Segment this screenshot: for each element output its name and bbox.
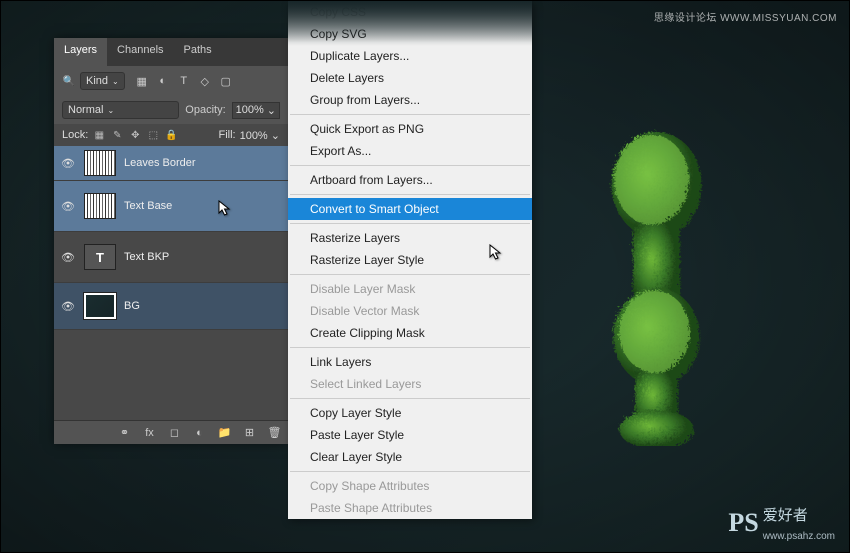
menu-paste-shape-attributes: Paste Shape Attributes [288, 497, 532, 519]
opacity-value: 100% [236, 104, 264, 116]
lock-transparency-icon[interactable]: ▦ [92, 128, 106, 142]
visibility-toggle-icon[interactable]: 👁 [60, 298, 76, 314]
filter-text-icon[interactable]: T [177, 74, 191, 88]
fx-icon[interactable]: fx [142, 427, 157, 439]
tab-paths[interactable]: Paths [174, 38, 222, 66]
link-icon[interactable]: ⚭ [117, 426, 132, 439]
watermark-top: 思缘设计论坛 WWW.MISSYUAN.COM [654, 9, 837, 24]
panel-tabs: Layers Channels Paths [54, 38, 288, 66]
menu-separator [290, 347, 530, 348]
layer-row[interactable]: 👁 Leaves Border [54, 146, 288, 181]
chevron-down-icon: ⌄ [267, 104, 276, 117]
menu-separator [290, 194, 530, 195]
menu-separator [290, 398, 530, 399]
menu-export-as[interactable]: Export As... [288, 140, 532, 162]
fill-value: 100% [240, 130, 268, 142]
chevron-down-icon: ⌄ [107, 106, 114, 115]
lock-label: Lock: [62, 129, 88, 141]
panel-bottom-toolbar: ⚭ fx ◻ ◐ 📁 ⊞ 🗑 [54, 420, 288, 444]
menu-copy-css[interactable]: Copy CSS [288, 1, 532, 23]
menu-artboard-from-layers[interactable]: Artboard from Layers... [288, 169, 532, 191]
visibility-toggle-icon[interactable]: 👁 [60, 198, 76, 214]
watermark-url: www.psahz.com [763, 531, 835, 542]
watermark-ps: PS [728, 508, 758, 538]
chevron-down-icon: ⌄ [112, 77, 119, 86]
layer-thumbnail[interactable] [84, 150, 116, 176]
layer-row[interactable]: 👁 T Text BKP [54, 232, 288, 283]
new-layer-icon[interactable]: ⊞ [242, 426, 257, 439]
group-icon[interactable]: 📁 [217, 426, 232, 439]
watermark-cn: 爱好者 [763, 504, 835, 525]
menu-group-from-layers[interactable]: Group from Layers... [288, 89, 532, 111]
layer-row[interactable]: 👁 Text Base [54, 181, 288, 232]
menu-copy-layer-style[interactable]: Copy Layer Style [288, 402, 532, 424]
layer-name: Text BKP [124, 251, 169, 263]
lock-artboard-icon[interactable]: ⬚ [146, 128, 160, 142]
menu-separator [290, 223, 530, 224]
filter-image-icon[interactable]: ▦ [135, 74, 149, 88]
search-icon[interactable]: 🔍 [62, 74, 76, 88]
lock-all-icon[interactable]: 🔒 [164, 128, 178, 142]
layer-name: Text Base [124, 200, 172, 212]
mask-icon[interactable]: ◻ [167, 426, 182, 439]
canvas-leaves-shape [606, 126, 704, 446]
filter-shape-icon[interactable]: ◇ [198, 74, 212, 88]
menu-clear-layer-style[interactable]: Clear Layer Style [288, 446, 532, 468]
menu-quick-export-png[interactable]: Quick Export as PNG [288, 118, 532, 140]
chevron-down-icon: ⌄ [271, 130, 280, 142]
tab-layers[interactable]: Layers [54, 38, 107, 66]
filter-kind-dropdown[interactable]: Kind ⌄ [80, 72, 125, 90]
layer-name: Leaves Border [124, 157, 196, 169]
filter-kind-label: Kind [86, 75, 108, 87]
lock-move-icon[interactable]: ✥ [128, 128, 142, 142]
filter-smart-icon[interactable]: ▢ [219, 74, 233, 88]
menu-disable-layer-mask: Disable Layer Mask [288, 278, 532, 300]
blend-mode-dropdown[interactable]: Normal ⌄ [62, 101, 179, 119]
filter-adjust-icon[interactable]: ◐ [156, 74, 170, 88]
menu-convert-smart-object[interactable]: Convert to Smart Object [288, 198, 532, 220]
opacity-label: Opacity: [185, 104, 225, 116]
menu-separator [290, 114, 530, 115]
blend-mode-value: Normal [68, 104, 103, 116]
fill-input[interactable]: 100% ⌄ [240, 129, 280, 142]
layer-thumbnail[interactable] [84, 193, 116, 219]
watermark-bottom: PS 爱好者 www.psahz.com [728, 504, 835, 542]
layer-thumbnail[interactable] [84, 293, 116, 319]
visibility-toggle-icon[interactable]: 👁 [60, 155, 76, 171]
menu-disable-vector-mask: Disable Vector Mask [288, 300, 532, 322]
layer-row[interactable]: 👁 BG [54, 283, 288, 330]
menu-copy-shape-attributes: Copy Shape Attributes [288, 475, 532, 497]
menu-separator [290, 471, 530, 472]
delete-icon[interactable]: 🗑 [267, 426, 282, 439]
menu-create-clipping-mask[interactable]: Create Clipping Mask [288, 322, 532, 344]
lock-brush-icon[interactable]: ✎ [110, 128, 124, 142]
menu-copy-svg[interactable]: Copy SVG [288, 23, 532, 45]
visibility-toggle-icon[interactable]: 👁 [60, 249, 76, 265]
cursor-icon [218, 200, 232, 218]
adjustment-icon[interactable]: ◐ [192, 427, 207, 439]
menu-duplicate-layers[interactable]: Duplicate Layers... [288, 45, 532, 67]
opacity-input[interactable]: 100% ⌄ [232, 102, 280, 119]
tab-channels[interactable]: Channels [107, 38, 173, 66]
menu-separator [290, 274, 530, 275]
layer-thumbnail[interactable]: T [84, 244, 116, 270]
fill-label: Fill: [218, 129, 235, 141]
menu-paste-layer-style[interactable]: Paste Layer Style [288, 424, 532, 446]
menu-separator [290, 165, 530, 166]
layers-panel: Layers Channels Paths 🔍 Kind ⌄ ▦ ◐ T ◇ ▢… [54, 38, 288, 444]
cursor-icon [489, 244, 503, 262]
menu-select-linked-layers: Select Linked Layers [288, 373, 532, 395]
menu-delete-layers[interactable]: Delete Layers [288, 67, 532, 89]
menu-link-layers[interactable]: Link Layers [288, 351, 532, 373]
layer-name: BG [124, 300, 140, 312]
